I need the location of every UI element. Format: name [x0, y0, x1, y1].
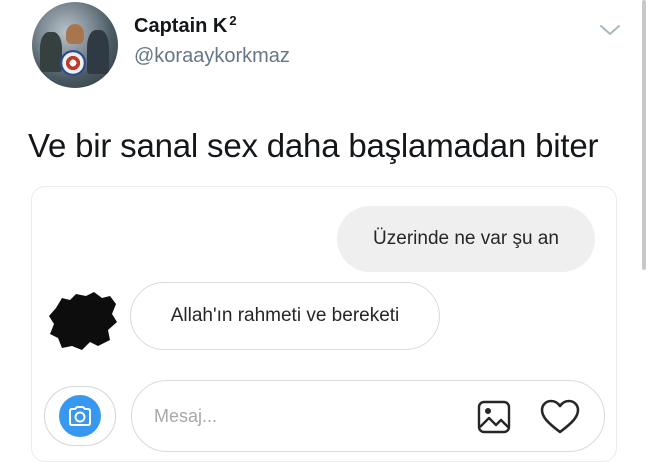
avatar-head	[66, 24, 84, 44]
avatar-figure-left	[40, 32, 62, 72]
author-avatar[interactable]	[32, 2, 118, 88]
outgoing-message-bubble: Üzerinde ne var şu an	[337, 206, 595, 272]
image-gallery-icon[interactable]	[477, 400, 511, 434]
tweet-text: Ve bir sanal sex daha başlamadan biter	[28, 127, 599, 164]
camera-icon	[69, 406, 91, 426]
redacted-sender-avatar	[49, 292, 117, 350]
author-display-name[interactable]: Captain K	[134, 14, 227, 38]
scrollbar[interactable]	[642, 0, 646, 270]
outgoing-message-text: Üzerinde ne var şu an	[373, 228, 559, 249]
message-input-placeholder: Mesaj...	[154, 406, 218, 426]
heart-icon[interactable]	[540, 399, 580, 435]
avatar-figure-right	[87, 30, 109, 74]
incoming-message-text: Allah'ın rahmeti ve bereketi	[170, 305, 400, 326]
chevron-down-icon[interactable]	[597, 20, 623, 40]
author-handle[interactable]: @koraaykorkmaz	[134, 44, 290, 68]
author-display-name-superscript: 2	[229, 13, 237, 28]
camera-button[interactable]	[44, 386, 116, 446]
camera-button-circle	[59, 395, 101, 437]
author-name-row[interactable]: Captain K 2	[134, 14, 237, 38]
shield-icon	[60, 50, 86, 76]
incoming-message-bubble: Allah'ın rahmeti ve bereketi	[130, 282, 440, 350]
